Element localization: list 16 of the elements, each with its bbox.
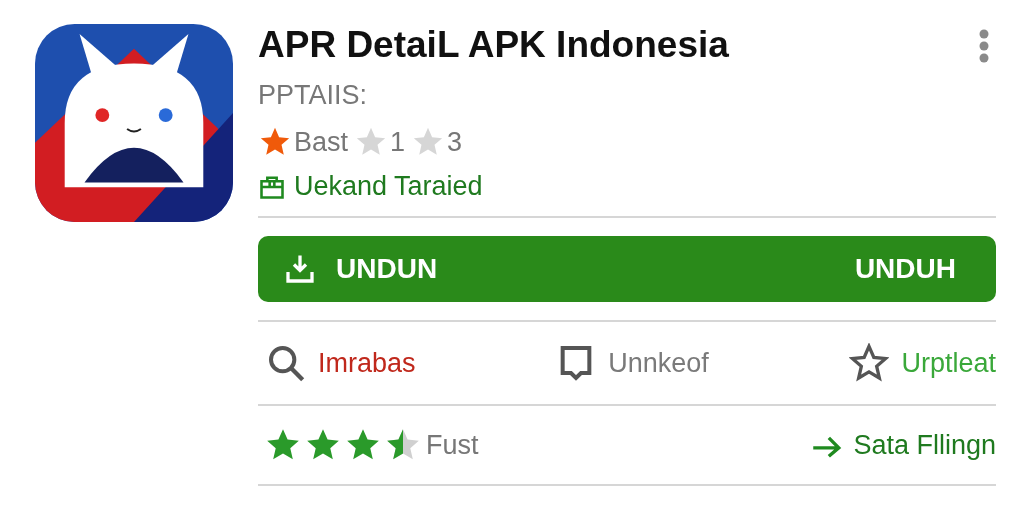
review-label: Fust — [426, 429, 479, 461]
search-icon[interactable] — [266, 343, 306, 383]
app-title: APR DetaiL APK Indonesia — [258, 24, 729, 66]
rating-label: 1 — [390, 126, 406, 158]
action-label[interactable]: Imrabas — [318, 347, 416, 379]
star-outline-icon[interactable] — [849, 343, 890, 383]
rating-label: 3 — [447, 126, 463, 158]
more-options-icon[interactable] — [978, 28, 990, 64]
rating-label: Bast — [294, 126, 349, 158]
app-subtitle: PPTAIIS: — [258, 80, 369, 111]
download-button[interactable]: UNDUN UNDUH — [258, 236, 996, 302]
app-icon — [35, 24, 233, 222]
review-link[interactable]: Sata Fllingn — [809, 428, 996, 462]
badge-label: Uekand Taraied — [294, 171, 483, 202]
action-label[interactable]: Urptleat — [901, 347, 996, 379]
action-label[interactable]: Unnkeof — [608, 347, 709, 379]
